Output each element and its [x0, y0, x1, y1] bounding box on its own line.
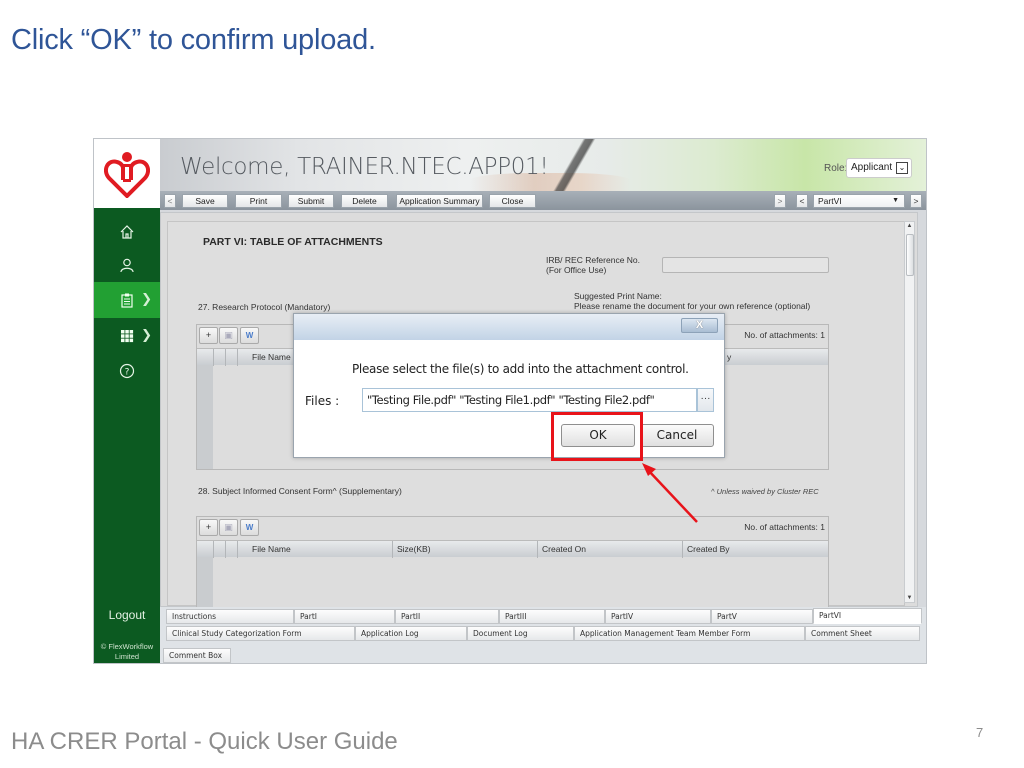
slide-number: 7 [976, 725, 984, 740]
annotation-arrow-icon [642, 463, 698, 523]
slide-footer: HA CRER Portal - Quick User Guide [11, 728, 398, 755]
